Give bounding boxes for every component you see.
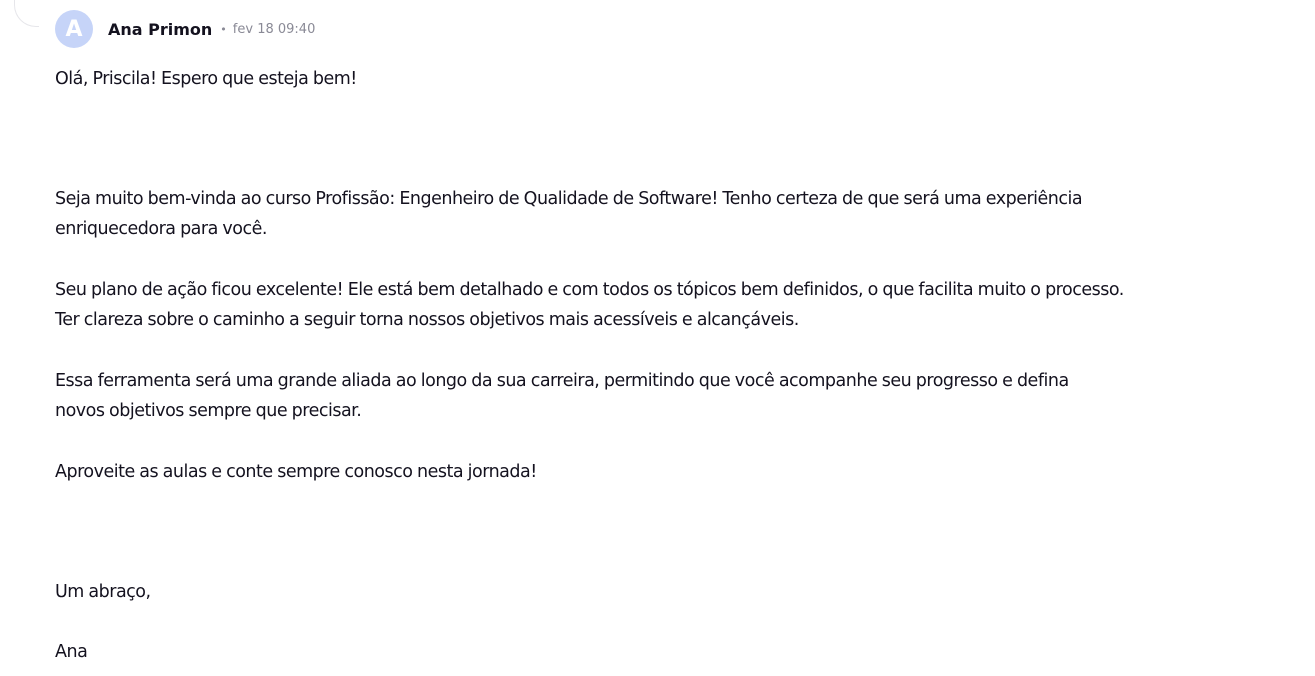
greeting-text: Olá, Priscila! Espero que esteja bem! [55, 69, 357, 89]
paragraph-tool-line-2: novos objetivos sempre que precisar. [55, 401, 362, 421]
avatar[interactable]: A [55, 10, 93, 48]
comment-header: A Ana Primon • fev 18 09:40 [55, 10, 315, 48]
author-name[interactable]: Ana Primon [108, 20, 212, 39]
comment-timestamp: fev 18 09:40 [232, 21, 316, 37]
closing-text: Um abraço, [55, 582, 151, 602]
separator-dot: • [220, 22, 227, 36]
paragraph-plan-line-1: Seu plano de ação ficou excelente! Ele e… [55, 280, 1124, 300]
signature-text: Ana [55, 642, 88, 662]
paragraph-welcome-line-2: enriquecedora para você. [55, 219, 267, 239]
paragraph-encouragement: Aproveite as aulas e conte sempre conosc… [55, 462, 537, 482]
paragraph-tool-line-1: Essa ferramenta será uma grande aliada a… [55, 371, 1069, 391]
thread-connector-line [14, 0, 39, 27]
paragraph-welcome-line-1: Seja muito bem-vinda ao curso Profissão:… [55, 189, 1083, 209]
paragraph-plan-line-2: Ter clareza sobre o caminho a seguir tor… [55, 310, 799, 330]
